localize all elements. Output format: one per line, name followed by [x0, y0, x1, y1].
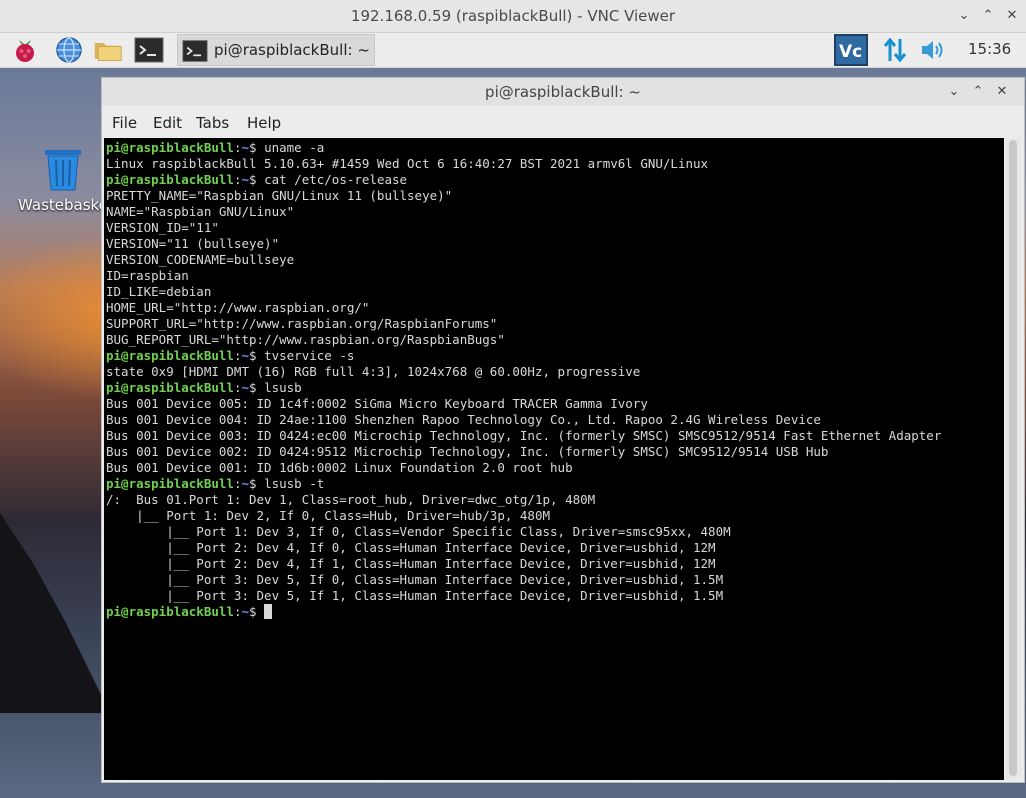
chevron-down-icon[interactable]: ⌄	[945, 83, 963, 101]
terminal-output-line: |__ Port 3: Dev 5, If 1, Class=Human Int…	[106, 588, 724, 603]
terminal-output[interactable]: pi@raspiblackBull:~$ uname -a Linux raspi…	[104, 138, 1004, 780]
terminal-output-line: ID=raspbian	[106, 268, 189, 283]
terminal-lines: pi@raspiblackBull:~$ uname -a Linux raspi…	[106, 140, 941, 620]
terminal-output-line: PRETTY_NAME="Raspbian GNU/Linux 11 (bull…	[106, 188, 453, 203]
terminal-output-line: Bus 001 Device 005: ID 1c4f:0002 SiGma M…	[106, 396, 648, 411]
wallpaper-mountain	[0, 513, 110, 713]
terminal-output-line: |__ Port 2: Dev 4, If 0, Class=Human Int…	[106, 540, 716, 555]
command-text: tvservice -s	[264, 348, 355, 363]
prompt-user: pi@raspiblackBull	[106, 348, 234, 363]
terminal-output-line: state 0x9 [HDMI DMT (16) RGB full 4:3], …	[106, 364, 641, 379]
prompt-path: ~	[241, 604, 249, 619]
terminal-output-line: Bus 001 Device 004: ID 24ae:1100 Shenzhe…	[106, 412, 821, 427]
close-icon[interactable]: ✕	[1003, 7, 1021, 25]
terminal-output-line: Bus 001 Device 001: ID 1d6b:0002 Linux F…	[106, 460, 573, 475]
scrollbar-thumb[interactable]	[1009, 140, 1017, 776]
terminal-scrollbar[interactable]	[1005, 138, 1021, 780]
terminal-output-line: HOME_URL="http://www.raspbian.org/"	[106, 300, 370, 315]
terminal-output-line: SUPPORT_URL="http://www.raspbian.org/Ras…	[106, 316, 498, 331]
prompt-dollar: $	[249, 380, 265, 395]
terminal-output-line: |__ Port 1: Dev 2, If 0, Class=Hub, Driv…	[106, 508, 551, 523]
terminal-output-line: Bus 001 Device 003: ID 0424:ec00 Microch…	[106, 428, 942, 443]
terminal-window: pi@raspiblackBull: ~ ⌄ ⌃ ✕ File Edit Tab…	[101, 77, 1025, 783]
prompt-dollar: $	[249, 348, 265, 363]
wastebasket-label: Wastebasket	[18, 196, 114, 214]
prompt-path: ~	[241, 380, 249, 395]
file-manager-icon[interactable]	[93, 35, 123, 65]
terminal-output-line: Linux raspiblackBull 5.10.63+ #1459 Wed …	[106, 156, 709, 171]
volume-icon[interactable]	[918, 35, 948, 65]
terminal-output-line: VERSION_ID="11"	[106, 220, 219, 235]
taskbar-window-button[interactable]: pi@raspiblackBull: ~	[177, 34, 375, 66]
command-text: uname -a	[264, 140, 325, 155]
taskbar: pi@raspiblackBull: ~ Vc 15:36	[0, 33, 1026, 68]
command-text: lsusb -t	[264, 476, 325, 491]
raspberry-menu-icon[interactable]	[10, 35, 40, 65]
menu-help[interactable]: Help	[247, 114, 281, 132]
terminal-prompt-line: pi@raspiblackBull:~$	[106, 604, 941, 620]
taskbar-window-label: pi@raspiblackBull: ~	[214, 41, 370, 59]
terminal-prompt-line: pi@raspiblackBull:~$ uname -a	[106, 140, 941, 156]
text-cursor	[264, 604, 273, 619]
terminal-output-line: NAME="Raspbian GNU/Linux"	[106, 204, 295, 219]
prompt-user: pi@raspiblackBull	[106, 380, 234, 395]
terminal-icon	[182, 40, 208, 62]
terminal-titlebar[interactable]: pi@raspiblackBull: ~ ⌄ ⌃ ✕	[102, 78, 1024, 106]
prompt-dollar: $	[249, 604, 265, 619]
chevron-down-icon[interactable]: ⌄	[955, 7, 973, 25]
menu-tabs[interactable]: Tabs	[196, 114, 229, 132]
command-text: cat /etc/os-release	[264, 172, 408, 187]
prompt-user: pi@raspiblackBull	[106, 476, 234, 491]
terminal-prompt-line: pi@raspiblackBull:~$ cat /etc/os-release	[106, 172, 941, 188]
vnc-server-icon[interactable]: Vc	[834, 34, 868, 66]
prompt-dollar: $	[249, 140, 265, 155]
menu-edit[interactable]: Edit	[153, 114, 182, 132]
wastebasket-icon[interactable]	[43, 148, 83, 192]
clock[interactable]: 15:36	[968, 40, 1011, 58]
terminal-output-line: Bus 001 Device 002: ID 0424:9512 Microch…	[106, 444, 829, 459]
terminal-output-line: |__ Port 3: Dev 5, If 0, Class=Human Int…	[106, 572, 724, 587]
prompt-path: ~	[241, 476, 249, 491]
terminal-prompt-line: pi@raspiblackBull:~$ lsusb	[106, 380, 941, 396]
terminal-window-title: pi@raspiblackBull: ~	[485, 83, 641, 101]
terminal-output-line: |__ Port 2: Dev 4, If 1, Class=Human Int…	[106, 556, 716, 571]
svg-text:Vc: Vc	[839, 42, 862, 62]
terminal-output-line: |__ Port 1: Dev 3, If 0, Class=Vendor Sp…	[106, 524, 731, 539]
chevron-up-icon[interactable]: ⌃	[969, 83, 987, 101]
prompt-path: ~	[241, 348, 249, 363]
prompt-path: ~	[241, 172, 249, 187]
terminal-prompt-line: pi@raspiblackBull:~$ tvservice -s	[106, 348, 941, 364]
menu-bar: File Edit Tabs Help	[102, 107, 1024, 137]
terminal-output-line: VERSION="11 (bullseye)"	[106, 236, 280, 251]
close-icon[interactable]: ✕	[993, 83, 1011, 101]
terminal-icon[interactable]	[134, 35, 164, 65]
terminal-output-line: ID_LIKE=debian	[106, 284, 212, 299]
prompt-dollar: $	[249, 476, 265, 491]
menu-file[interactable]: File	[112, 114, 137, 132]
chevron-up-icon[interactable]: ⌃	[979, 7, 997, 25]
network-icon[interactable]	[880, 35, 910, 65]
terminal-output-line: /: Bus 01.Port 1: Dev 1, Class=root_hub,…	[106, 492, 596, 507]
vnc-titlebar: 192.168.0.59 (raspiblackBull) - VNC View…	[0, 0, 1026, 33]
web-browser-icon[interactable]	[54, 35, 84, 65]
prompt-path: ~	[241, 140, 249, 155]
prompt-dollar: $	[249, 172, 265, 187]
command-text: lsusb	[264, 380, 302, 395]
prompt-user: pi@raspiblackBull	[106, 172, 234, 187]
vnc-window-title: 192.168.0.59 (raspiblackBull) - VNC View…	[350, 7, 676, 25]
terminal-output-line: BUG_REPORT_URL="http://www.raspbian.org/…	[106, 332, 505, 347]
terminal-prompt-line: pi@raspiblackBull:~$ lsusb -t	[106, 476, 941, 492]
prompt-user: pi@raspiblackBull	[106, 604, 234, 619]
prompt-user: pi@raspiblackBull	[106, 140, 234, 155]
terminal-output-line: VERSION_CODENAME=bullseye	[106, 252, 295, 267]
